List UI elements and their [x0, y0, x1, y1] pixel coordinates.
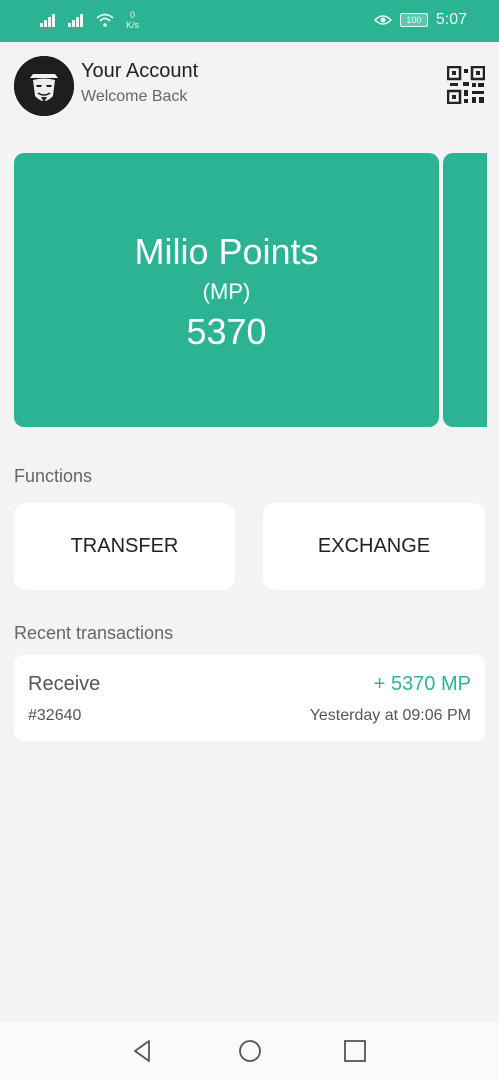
- status-right: 100 5:07: [373, 11, 467, 29]
- transaction-id: #32640: [28, 707, 82, 724]
- back-icon[interactable]: [130, 1038, 156, 1064]
- points-balance: 5370: [186, 311, 267, 352]
- eye-icon: [373, 15, 392, 25]
- network-speed-unit: K/s: [126, 20, 140, 30]
- qr-code-icon[interactable]: [447, 66, 485, 104]
- page-subtitle: Welcome Back: [81, 88, 188, 105]
- functions-label: Functions: [14, 466, 93, 486]
- transaction-time: Yesterday at 09:06 PM: [309, 707, 471, 724]
- status-left: 0 K/s: [40, 10, 139, 30]
- system-nav-bar: [0, 1022, 499, 1080]
- signal-icon: [40, 14, 55, 27]
- points-unit: (MP): [202, 279, 251, 304]
- page-title: Your Account: [81, 60, 199, 82]
- exchange-button[interactable]: EXCHANGE: [263, 503, 485, 590]
- avatar-mask-icon: [14, 56, 74, 116]
- transaction-item[interactable]: Receive + 5370 MP #32640 Yesterday at 09…: [14, 655, 485, 741]
- home-icon[interactable]: [237, 1038, 263, 1064]
- next-points-card[interactable]: [443, 153, 487, 427]
- network-speed-value: 0: [130, 10, 136, 20]
- signal-icon: [68, 14, 83, 27]
- transaction-type: Receive: [28, 673, 101, 695]
- recents-icon[interactable]: [342, 1038, 368, 1064]
- account-header: Your Account Welcome Back: [0, 42, 499, 132]
- network-speed: 0 K/s: [126, 10, 139, 30]
- clock: 5:07: [435, 11, 467, 28]
- battery-icon: 100: [399, 13, 428, 27]
- points-card[interactable]: Milio Points (MP) 5370: [14, 153, 439, 427]
- avatar[interactable]: [14, 56, 74, 116]
- recent-transactions-label: Recent transactions: [14, 623, 174, 643]
- transfer-button[interactable]: TRANSFER: [14, 503, 235, 590]
- points-name: Milio Points: [134, 231, 319, 272]
- wifi-icon: [96, 13, 114, 27]
- status-bar: 0 K/s 100 5:07: [0, 0, 499, 42]
- transaction-amount: + 5370 MP: [373, 673, 471, 695]
